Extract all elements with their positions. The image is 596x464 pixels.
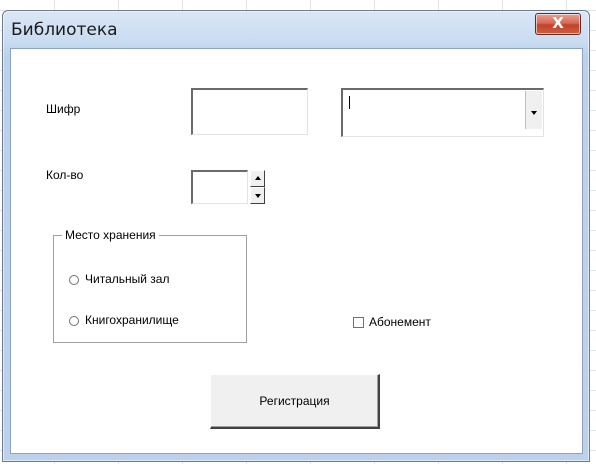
- combobox-dropdown-button[interactable]: [525, 91, 542, 129]
- code-label: Шифр: [46, 102, 81, 116]
- close-icon: X: [552, 14, 564, 32]
- code-combobox[interactable]: [341, 88, 544, 137]
- storage-group-legend: Место хранения: [62, 228, 159, 242]
- form-client-area: Шифр Кол-во Место хранения Читальный зал…: [10, 48, 583, 454]
- subscription-checkbox[interactable]: [353, 317, 364, 328]
- radio-book-depository-label[interactable]: Книгохранилище: [85, 313, 179, 327]
- register-button[interactable]: Регистрация: [210, 374, 380, 429]
- code-input[interactable]: [191, 88, 308, 135]
- text-cursor: [349, 96, 350, 109]
- storage-groupbox: Место хранения Читальный зал Книгохранил…: [53, 228, 247, 343]
- radio-reading-room[interactable]: [69, 275, 79, 285]
- radio-reading-room-label[interactable]: Читальный зал: [85, 272, 169, 286]
- window-title: Библиотека: [11, 20, 118, 40]
- close-button[interactable]: X: [535, 13, 581, 35]
- spin-down-button[interactable]: [250, 187, 265, 204]
- subscription-label[interactable]: Абонемент: [369, 315, 431, 329]
- title-bar[interactable]: Библиотека X: [3, 11, 589, 47]
- qty-label: Кол-во: [46, 168, 84, 182]
- qty-input[interactable]: [191, 170, 248, 204]
- spin-up-button[interactable]: [250, 170, 265, 187]
- radio-book-depository[interactable]: [69, 316, 79, 326]
- userform-window: Библиотека X Шифр Кол-во Место хранения …: [2, 10, 590, 462]
